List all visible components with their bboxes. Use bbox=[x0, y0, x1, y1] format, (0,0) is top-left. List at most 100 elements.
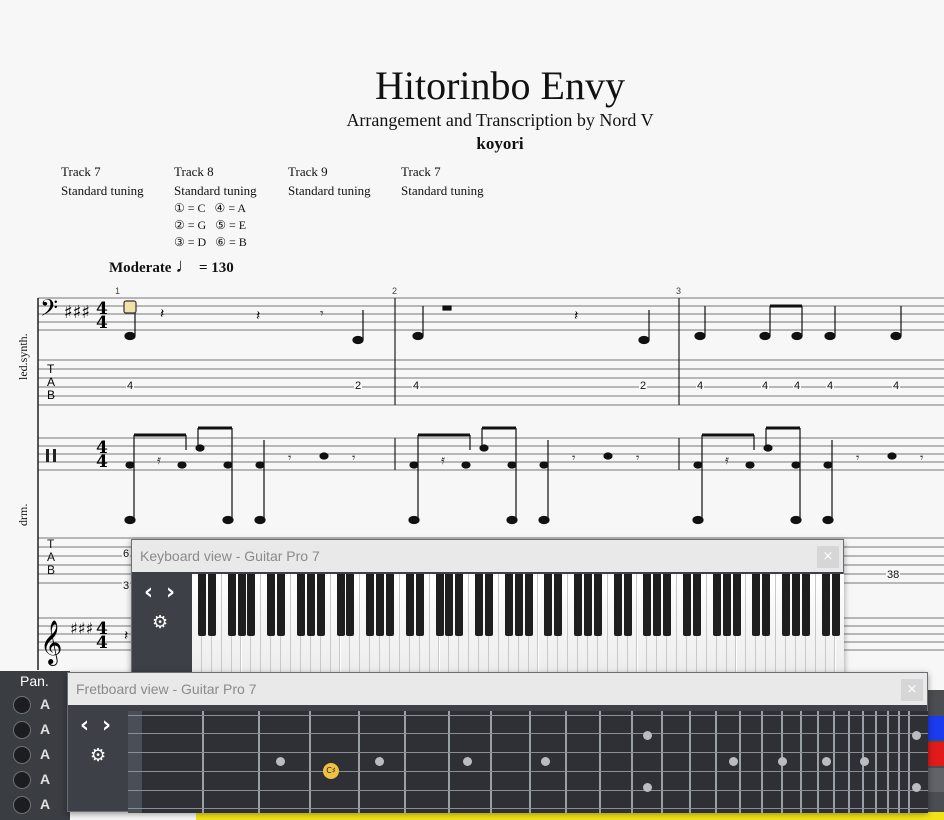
pan-knob[interactable] bbox=[13, 796, 31, 814]
black-key[interactable] bbox=[593, 574, 602, 636]
black-key[interactable] bbox=[296, 574, 305, 636]
mixer-row: A bbox=[0, 793, 70, 817]
black-key[interactable] bbox=[485, 574, 493, 636]
tab-fret-number[interactable]: 6 bbox=[122, 548, 131, 560]
chevron-right-icon[interactable]: › bbox=[102, 713, 111, 738]
pan-knob[interactable] bbox=[13, 746, 31, 764]
black-key[interactable] bbox=[415, 574, 424, 636]
automation-label[interactable]: A bbox=[40, 796, 50, 812]
close-icon[interactable]: × bbox=[901, 679, 923, 701]
gear-icon[interactable]: ⚙ bbox=[90, 745, 106, 766]
black-key[interactable] bbox=[455, 574, 464, 636]
fret-wire bbox=[800, 711, 802, 813]
mixer-row: A bbox=[0, 693, 70, 717]
track-color-strip bbox=[928, 690, 944, 820]
black-key[interactable] bbox=[722, 574, 731, 636]
black-key[interactable] bbox=[752, 574, 761, 636]
tab-fret-number[interactable]: 4 bbox=[126, 380, 135, 392]
black-key[interactable] bbox=[376, 574, 385, 636]
automation-label[interactable]: A bbox=[40, 721, 50, 737]
black-key[interactable] bbox=[782, 574, 790, 636]
black-key[interactable] bbox=[277, 574, 286, 636]
black-key[interactable] bbox=[197, 574, 206, 636]
automation-label[interactable]: A bbox=[40, 771, 50, 787]
black-key[interactable] bbox=[613, 574, 622, 636]
fretboard-view-title: Fretboard view - Guitar Pro 7 bbox=[76, 681, 257, 697]
black-key[interactable] bbox=[237, 574, 246, 636]
gear-icon[interactable]: ⚙ bbox=[152, 612, 168, 633]
black-key[interactable] bbox=[623, 574, 632, 636]
svg-text:𝄾: 𝄾 bbox=[636, 451, 640, 466]
svg-text:𝄽: 𝄽 bbox=[256, 308, 260, 324]
tab-fret-number[interactable]: 4 bbox=[412, 380, 421, 392]
black-key[interactable] bbox=[683, 574, 691, 636]
black-key[interactable] bbox=[653, 574, 662, 636]
black-key[interactable] bbox=[554, 574, 563, 636]
black-key[interactable] bbox=[475, 574, 484, 636]
black-key[interactable] bbox=[207, 574, 216, 636]
string-note: = B bbox=[228, 235, 247, 249]
tab-fret-number[interactable]: 4 bbox=[793, 380, 802, 392]
black-key[interactable] bbox=[574, 574, 583, 636]
svg-text:B: B bbox=[47, 388, 55, 402]
tab-clef: TAB bbox=[47, 537, 56, 577]
black-key[interactable] bbox=[524, 574, 533, 636]
black-key[interactable] bbox=[386, 574, 394, 636]
guitar-fretboard[interactable]: C♯ bbox=[128, 711, 928, 813]
pan-knob[interactable] bbox=[13, 696, 31, 714]
black-key[interactable] bbox=[346, 574, 355, 636]
close-icon[interactable]: × bbox=[817, 546, 839, 568]
black-key[interactable] bbox=[801, 574, 810, 636]
automation-label[interactable]: A bbox=[40, 696, 50, 712]
black-key[interactable] bbox=[514, 574, 523, 636]
black-key[interactable] bbox=[247, 574, 256, 636]
tab-fret-number[interactable]: 4 bbox=[761, 380, 770, 392]
piano-keyboard[interactable] bbox=[192, 574, 844, 676]
black-key[interactable] bbox=[762, 574, 771, 636]
measure-number: 3 bbox=[676, 286, 682, 296]
tab-fret-number[interactable]: 4 bbox=[892, 380, 901, 392]
black-key[interactable] bbox=[306, 574, 315, 636]
tab-fret-number[interactable]: 4 bbox=[826, 380, 835, 392]
tab-fret-number[interactable]: 4 bbox=[696, 380, 705, 392]
black-key[interactable] bbox=[445, 574, 454, 636]
automation-label[interactable]: A bbox=[40, 746, 50, 762]
pan-knob[interactable] bbox=[13, 721, 31, 739]
svg-text:4: 4 bbox=[96, 452, 108, 472]
black-key[interactable] bbox=[692, 574, 701, 636]
chevron-left-icon[interactable]: ‹ bbox=[80, 713, 89, 738]
fretboard-view-titlebar[interactable]: Fretboard view - Guitar Pro 7 bbox=[68, 673, 927, 705]
keyboard-view-titlebar[interactable]: Keyboard view - Guitar Pro 7 bbox=[132, 540, 843, 572]
black-key[interactable] bbox=[663, 574, 672, 636]
tab-fret-number[interactable]: 2 bbox=[354, 380, 363, 392]
black-key[interactable] bbox=[316, 574, 325, 636]
black-key[interactable] bbox=[435, 574, 444, 636]
black-key[interactable] bbox=[584, 574, 592, 636]
black-key[interactable] bbox=[732, 574, 741, 636]
black-key[interactable] bbox=[267, 574, 276, 636]
black-key[interactable] bbox=[821, 574, 830, 636]
black-key[interactable] bbox=[227, 574, 236, 636]
fret-wire bbox=[817, 711, 819, 813]
black-key[interactable] bbox=[712, 574, 721, 636]
track-info-3: Track 9 Standard tuning bbox=[288, 162, 371, 200]
chevron-left-icon[interactable]: ‹ bbox=[144, 580, 153, 605]
black-key[interactable] bbox=[831, 574, 840, 636]
black-key[interactable] bbox=[504, 574, 513, 636]
tab-fret-number[interactable]: 3 bbox=[122, 580, 131, 592]
keyboard-view-window[interactable]: Keyboard view - Guitar Pro 7 × ‹ › ⚙ bbox=[131, 539, 844, 676]
black-key[interactable] bbox=[336, 574, 345, 636]
chevron-right-icon[interactable]: › bbox=[166, 580, 175, 605]
tab-fret-number[interactable]: 2 bbox=[639, 380, 648, 392]
black-key[interactable] bbox=[791, 574, 800, 636]
black-key[interactable] bbox=[366, 574, 375, 636]
pan-knob[interactable] bbox=[13, 771, 31, 789]
tab-fret-number[interactable]: 38 bbox=[886, 569, 901, 581]
fretboard-view-window[interactable]: Fretboard view - Guitar Pro 7 × ‹ › ⚙ C♯ bbox=[67, 672, 928, 813]
fretboard-note-marker[interactable]: C♯ bbox=[323, 763, 339, 779]
svg-text:T: T bbox=[47, 362, 55, 376]
tempo-marking: Moderate ♩ = 130 bbox=[109, 255, 234, 278]
black-key[interactable] bbox=[405, 574, 414, 636]
black-key[interactable] bbox=[544, 574, 553, 636]
black-key[interactable] bbox=[643, 574, 652, 636]
